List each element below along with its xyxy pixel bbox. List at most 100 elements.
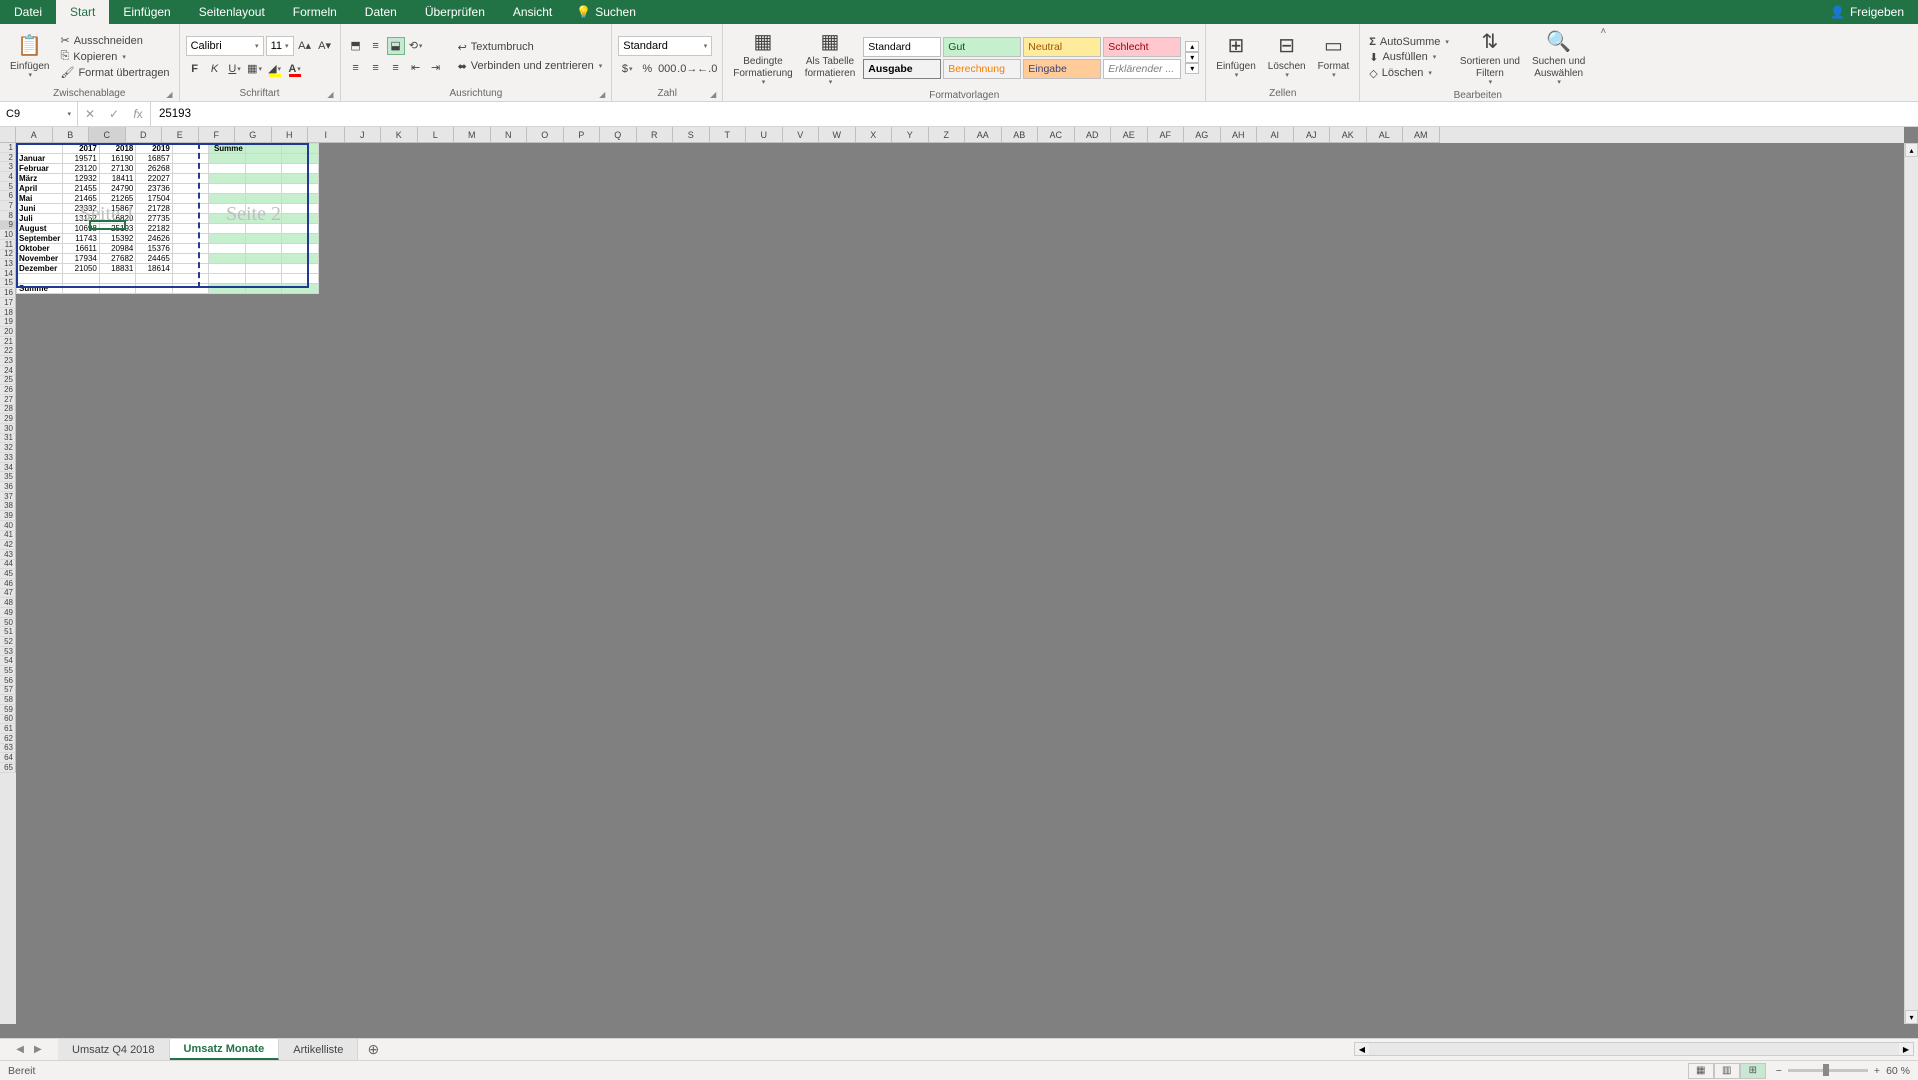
row-header-28[interactable]: 28 (0, 405, 16, 415)
cell[interactable] (282, 174, 319, 184)
row-header-62[interactable]: 62 (0, 734, 16, 744)
row-header-9[interactable]: 9 (0, 221, 16, 231)
delete-cells-button[interactable]: ⊟Löschen▾ (1264, 31, 1310, 83)
style-ausgabe[interactable]: Ausgabe (863, 59, 941, 79)
cell[interactable]: 18411 (99, 174, 136, 184)
row-header-58[interactable]: 58 (0, 695, 16, 705)
row-header-1[interactable]: 1 (0, 143, 16, 153)
view-normal-button[interactable]: ▦ (1688, 1063, 1714, 1079)
increase-indent-button[interactable]: ⇥ (427, 59, 445, 77)
cell[interactable]: 23736 (136, 184, 173, 194)
cell[interactable] (99, 283, 136, 293)
cell[interactable] (245, 254, 282, 264)
cell[interactable] (172, 283, 209, 293)
column-header-AM[interactable]: AM (1403, 127, 1440, 143)
row-header-15[interactable]: 15 (0, 279, 16, 289)
cell[interactable]: Summe (17, 283, 63, 293)
column-header-AK[interactable]: AK (1330, 127, 1367, 143)
paste-button[interactable]: 📋 Einfügen▾ (6, 31, 53, 83)
cell[interactable] (209, 254, 246, 264)
cell[interactable]: 17504 (136, 194, 173, 204)
select-all-corner[interactable] (0, 127, 16, 143)
number-format-combo[interactable]: Standard▾ (618, 36, 712, 56)
cut-button[interactable]: ✂Ausschneiden (57, 33, 172, 48)
column-header-K[interactable]: K (381, 127, 418, 143)
row-header-40[interactable]: 40 (0, 521, 16, 531)
cell[interactable]: 24790 (99, 184, 136, 194)
copy-button[interactable]: ⎘Kopieren▾ (57, 49, 172, 64)
cell[interactable] (245, 283, 282, 293)
cell[interactable] (172, 154, 209, 164)
row-header-65[interactable]: 65 (0, 763, 16, 773)
sheet-tab-2[interactable]: Artikelliste (279, 1039, 358, 1060)
align-right-button[interactable]: ≡ (387, 59, 405, 77)
italic-button[interactable]: K (206, 60, 224, 78)
row-header-51[interactable]: 51 (0, 627, 16, 637)
row-header-26[interactable]: 26 (0, 385, 16, 395)
row-header-45[interactable]: 45 (0, 569, 16, 579)
tab-einfuegen[interactable]: Einfügen (109, 0, 184, 24)
cell[interactable] (282, 224, 319, 234)
cell[interactable] (245, 234, 282, 244)
cell[interactable] (245, 174, 282, 184)
tab-seitenlayout[interactable]: Seitenlayout (185, 0, 279, 24)
style-schlecht[interactable]: Schlecht (1103, 37, 1181, 57)
row-header-36[interactable]: 36 (0, 482, 16, 492)
cell[interactable]: 15376 (136, 244, 173, 254)
cell[interactable] (172, 224, 209, 234)
column-header-A[interactable]: A (16, 127, 53, 143)
decrease-decimal-button[interactable]: ←.0 (698, 60, 716, 78)
cell[interactable] (245, 164, 282, 174)
cell[interactable]: 21050 (63, 264, 100, 274)
styles-scroll-up[interactable]: ▴ (1185, 41, 1199, 52)
insert-cells-button[interactable]: ⊞Einfügen▾ (1212, 31, 1259, 83)
column-header-P[interactable]: P (564, 127, 601, 143)
cell[interactable] (282, 283, 319, 293)
column-header-N[interactable]: N (491, 127, 528, 143)
conditional-formatting-button[interactable]: ▦ Bedingte Formatierung▾ (729, 26, 796, 89)
cell[interactable]: April (17, 184, 63, 194)
format-as-table-button[interactable]: ▦ Als Tabelle formatieren▾ (801, 26, 860, 89)
cell[interactable] (209, 224, 246, 234)
row-header-21[interactable]: 21 (0, 337, 16, 347)
cell[interactable] (209, 164, 246, 174)
font-size-combo[interactable]: 11▾ (266, 36, 294, 56)
cell[interactable] (209, 244, 246, 254)
cell[interactable]: 21465 (63, 194, 100, 204)
cell[interactable] (282, 154, 319, 164)
cell[interactable]: November (17, 254, 63, 264)
cell[interactable] (209, 154, 246, 164)
cell[interactable] (245, 224, 282, 234)
cell[interactable]: 21455 (63, 184, 100, 194)
column-header-H[interactable]: H (272, 127, 309, 143)
font-name-combo[interactable]: Calibri▾ (186, 36, 264, 56)
cell[interactable] (172, 234, 209, 244)
row-header-64[interactable]: 64 (0, 753, 16, 763)
row-header-43[interactable]: 43 (0, 550, 16, 560)
cell[interactable] (282, 234, 319, 244)
column-header-AJ[interactable]: AJ (1294, 127, 1331, 143)
cell[interactable] (282, 184, 319, 194)
cancel-formula-button[interactable]: ✕ (78, 107, 102, 121)
decrease-font-button[interactable]: A▾ (316, 37, 334, 55)
cell-styles-gallery[interactable]: Standard Gut Neutral Schlecht Ausgabe Be… (863, 37, 1181, 79)
clipboard-launcher[interactable]: ◢ (166, 90, 172, 99)
cell[interactable]: 12932 (63, 174, 100, 184)
cell[interactable] (172, 244, 209, 254)
cell[interactable] (245, 144, 282, 154)
column-header-U[interactable]: U (746, 127, 783, 143)
cell[interactable] (282, 204, 319, 214)
row-header-19[interactable]: 19 (0, 317, 16, 327)
style-standard[interactable]: Standard (863, 37, 941, 57)
column-header-X[interactable]: X (856, 127, 893, 143)
cell[interactable]: Juni (17, 204, 63, 214)
styles-more[interactable]: ▾ (1185, 63, 1199, 74)
sort-filter-button[interactable]: ⇅Sortieren und Filtern▾ (1456, 26, 1524, 89)
fill-color-button[interactable]: ◢▾ (266, 60, 284, 78)
cell[interactable] (245, 214, 282, 224)
percent-button[interactable]: % (638, 60, 656, 78)
cell[interactable] (245, 184, 282, 194)
increase-decimal-button[interactable]: .0→ (678, 60, 696, 78)
row-header-14[interactable]: 14 (0, 269, 16, 279)
comma-button[interactable]: 000 (658, 60, 676, 78)
